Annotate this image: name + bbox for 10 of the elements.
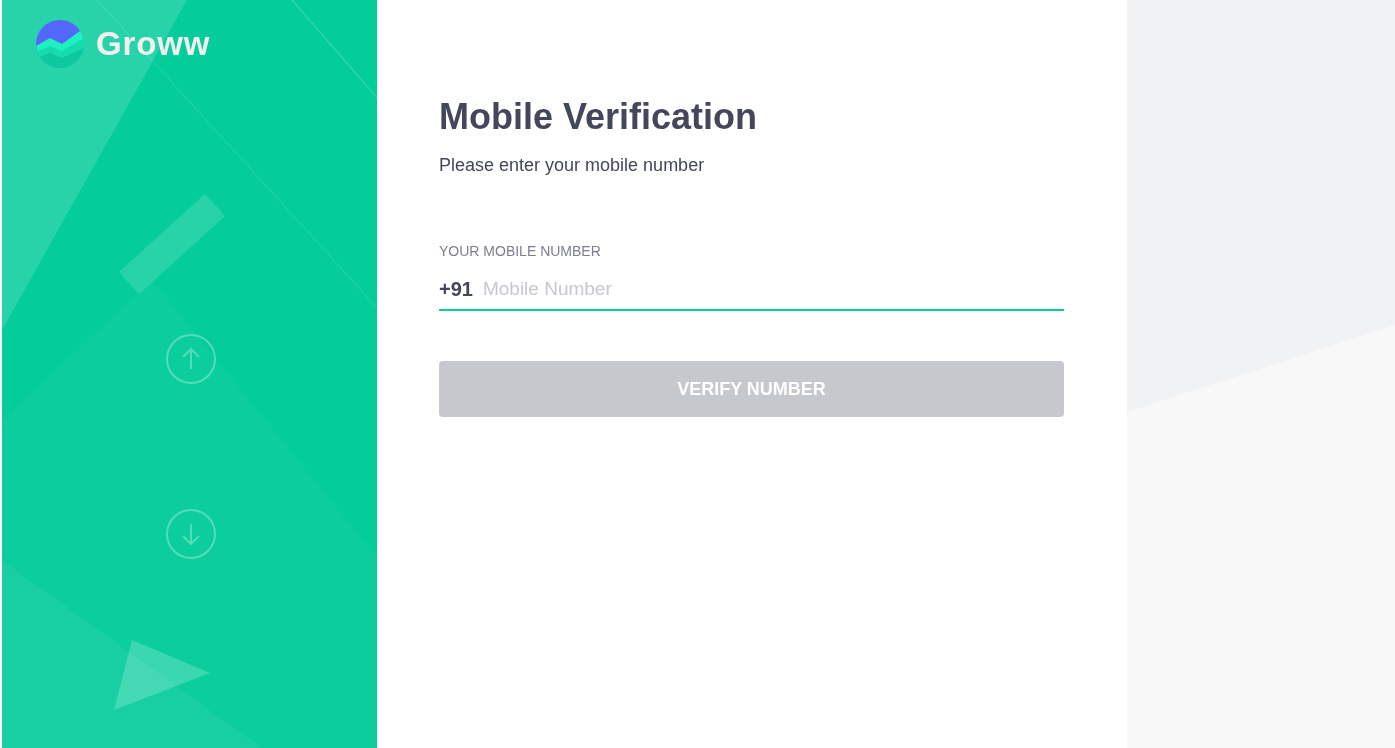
arrow-down-icon xyxy=(165,508,217,560)
logo-icon xyxy=(36,19,84,68)
brand-name: Groww xyxy=(96,24,211,64)
subtitle: Please enter your mobile number xyxy=(439,154,705,177)
arrow-up-icon xyxy=(165,333,217,385)
phone-field[interactable]: +91 Mobile Number xyxy=(439,274,1064,311)
page-title: Mobile Verification xyxy=(439,95,758,139)
mobile-number-input[interactable]: Mobile Number xyxy=(482,274,1064,304)
field-label: YOUR MOBILE NUMBER xyxy=(439,242,601,261)
country-code: +91 xyxy=(439,277,473,302)
